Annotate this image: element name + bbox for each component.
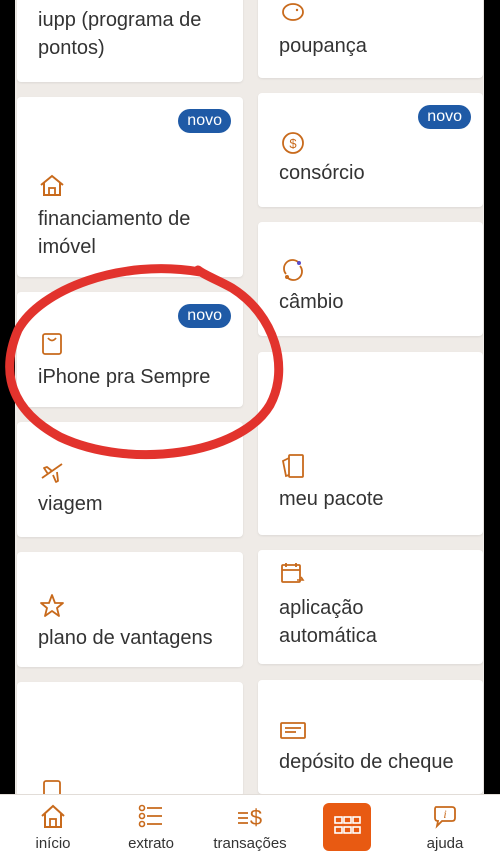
card-deposito[interactable]: depósito de cheque — [258, 680, 483, 794]
card-meu-pacote[interactable]: meu pacote — [258, 352, 483, 535]
star-icon — [40, 594, 64, 617]
card-cambio[interactable]: câmbio — [258, 222, 483, 336]
svg-text:$: $ — [250, 805, 262, 830]
nav-menu-button[interactable] — [323, 803, 371, 851]
card-consorcio[interactable]: novo $ consórcio — [258, 93, 483, 207]
piggy-bank-icon — [282, 3, 304, 21]
screen-edge-left — [0, 0, 15, 861]
airplane-icon — [41, 463, 63, 483]
check-deposit-icon — [280, 722, 306, 739]
exchange-icon — [283, 259, 303, 281]
svg-text:$: $ — [289, 136, 297, 151]
svg-text:i: i — [443, 807, 446, 821]
nav-extrato[interactable]: extrato — [106, 801, 196, 852]
card-plano-vantagens-label: plano de vantagens — [38, 627, 213, 649]
card-plano-vantagens[interactable]: plano de vantagens — [17, 552, 243, 667]
card-consorcio-label: consórcio — [279, 162, 365, 184]
card-meu-pacote-label: meu pacote — [279, 488, 384, 510]
list-icon — [138, 804, 162, 828]
card-aplicacao[interactable]: aplicação automática — [258, 550, 483, 664]
card-poupanca-label: poupança — [279, 35, 367, 57]
card-cambio-label: câmbio — [279, 291, 344, 313]
nav-inicio[interactable]: início — [8, 801, 98, 852]
phone-bag-icon — [42, 333, 62, 355]
dollar-coin-icon: $ — [282, 132, 304, 154]
nav-transacoes[interactable]: $ transações — [205, 801, 295, 852]
card-aplicacao-label: aplicação automática — [279, 597, 377, 647]
help-chat-icon: i — [434, 806, 456, 829]
house-icon — [40, 174, 64, 196]
nav-extrato-label: extrato — [128, 835, 174, 852]
card-financiamento-label: financiamento de imóvel — [38, 208, 191, 258]
transactions-icon: $ — [238, 805, 262, 830]
new-badge: novo — [178, 109, 231, 133]
nav-ajuda[interactable]: i ajuda — [400, 801, 490, 852]
card-poupanca[interactable]: poupança — [258, 0, 483, 78]
grid-icon — [334, 816, 361, 834]
package-cards-icon — [281, 454, 304, 478]
card-iupp[interactable]: iupp (programa de pontos) — [17, 0, 243, 82]
calendar-auto-icon — [281, 563, 305, 583]
new-badge: novo — [418, 105, 471, 129]
card-deposito-label: depósito de cheque — [279, 751, 454, 773]
card-iphone-label: iPhone pra Sempre — [38, 366, 211, 388]
new-badge: novo — [178, 304, 231, 328]
card-partial[interactable] — [17, 682, 243, 802]
nav-inicio-label: início — [35, 835, 71, 852]
screen-edge-right — [484, 0, 500, 861]
bottom-navigation: início extrato $ transações i ajuda — [0, 794, 500, 861]
nav-transacoes-label: transações — [213, 835, 287, 852]
home-icon — [41, 804, 65, 828]
nav-ajuda-label: ajuda — [426, 835, 464, 852]
card-iphone[interactable]: novo iPhone pra Sempre — [17, 292, 243, 407]
card-viagem[interactable]: viagem — [17, 422, 243, 537]
card-iupp-label: iupp (programa de pontos) — [38, 9, 202, 59]
card-viagem-label: viagem — [38, 493, 103, 515]
card-financiamento[interactable]: novo financiamento de imóvel — [17, 97, 243, 277]
